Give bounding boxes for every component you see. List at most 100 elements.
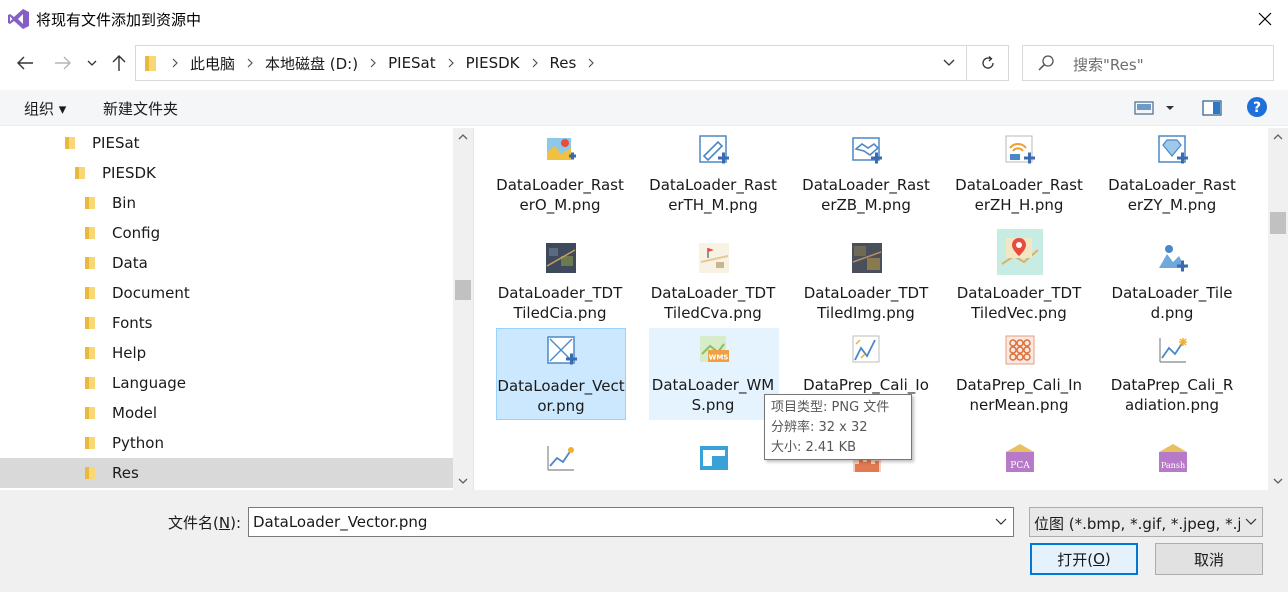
breadcrumb-separator[interactable] xyxy=(440,46,462,80)
folder-icon xyxy=(85,257,95,269)
file-item[interactable]: DataPrep_Cali_Radiation.png xyxy=(1108,328,1238,420)
organize-button[interactable]: 组织 ▾ xyxy=(24,98,66,119)
tree-item-language[interactable]: Language xyxy=(0,368,453,398)
file-item[interactable]: DataLoader_TDTTiledCia.png xyxy=(496,236,626,328)
breadcrumb-separator[interactable] xyxy=(239,46,261,80)
file-item[interactable]: DataLoader_TDTTiledImg.png xyxy=(802,236,932,328)
navigation-tree[interactable]: PIESat PIESDK Bin Config Data Document F… xyxy=(0,128,474,490)
raster-signal-icon xyxy=(1005,135,1035,164)
title-bar: 将现有文件添加到资源中 xyxy=(0,0,1288,38)
back-button[interactable] xyxy=(12,50,38,76)
file-item[interactable]: Pansh xyxy=(1108,436,1238,490)
scroll-up-button[interactable] xyxy=(1268,128,1288,146)
filename-value[interactable]: DataLoader_Vector.png xyxy=(253,513,427,531)
file-item[interactable] xyxy=(496,436,626,490)
filename-history-dropdown[interactable] xyxy=(989,508,1013,536)
tree-item-config[interactable]: Config xyxy=(0,218,453,248)
tree-item-data[interactable]: Data xyxy=(0,248,453,278)
file-name: DataLoader_RasterZH_H.png xyxy=(955,176,1083,214)
scroll-down-button[interactable] xyxy=(1268,472,1288,490)
folder-icon xyxy=(85,377,95,389)
scroll-thumb[interactable] xyxy=(1270,212,1286,234)
file-item-hover[interactable]: WMS DataLoader_WMS.png xyxy=(649,328,779,420)
breadcrumb-local-disk[interactable]: 本地磁盘 (D:) xyxy=(261,53,362,74)
refresh-icon xyxy=(981,56,994,69)
file-item[interactable]: DataLoader_RasterZY_M.png xyxy=(1108,128,1238,220)
tree-item-piesat[interactable]: PIESat xyxy=(0,128,453,158)
recent-locations-button[interactable] xyxy=(82,50,102,76)
close-icon xyxy=(1258,12,1272,26)
filename-input[interactable]: DataLoader_Vector.png xyxy=(248,507,1014,537)
file-item-selected[interactable]: DataLoader_Vector.png xyxy=(496,328,626,420)
cancel-button[interactable]: 取消 xyxy=(1155,543,1263,575)
breadcrumb-separator[interactable] xyxy=(362,46,384,80)
breadcrumb-separator[interactable] xyxy=(524,46,546,80)
view-options-button[interactable] xyxy=(1134,100,1180,120)
address-bar[interactable]: 此电脑 本地磁盘 (D:) PIESat PIESDK Res xyxy=(135,45,967,81)
search-input[interactable]: 搜索"Res" xyxy=(1022,45,1274,81)
refresh-button[interactable] xyxy=(967,45,1009,81)
breadcrumb-this-pc[interactable]: 此电脑 xyxy=(186,53,239,74)
help-button[interactable]: ? xyxy=(1246,96,1268,122)
open-button[interactable]: 打开(O) xyxy=(1030,543,1138,575)
file-grid-scrollbar[interactable] xyxy=(1268,128,1288,490)
window-icon xyxy=(700,446,728,470)
svg-text:WMS: WMS xyxy=(709,354,729,362)
scroll-thumb[interactable] xyxy=(455,280,471,300)
tree-item-fonts[interactable]: Fonts xyxy=(0,308,453,338)
chevron-right-icon xyxy=(370,58,376,68)
folder-icon xyxy=(85,467,95,479)
scroll-down-button[interactable] xyxy=(453,472,473,490)
map-flag-icon xyxy=(699,243,729,273)
file-item[interactable]: PCA xyxy=(955,436,1085,490)
file-name: DataPrep_Cali_Radiation.png xyxy=(1110,376,1234,414)
tree-item-label: Data xyxy=(112,254,148,272)
chevron-down-icon xyxy=(995,518,1007,525)
satellite-photo-icon xyxy=(546,243,576,273)
close-button[interactable] xyxy=(1242,0,1288,38)
chevron-right-icon xyxy=(588,58,595,68)
radiation-chart-icon xyxy=(1159,338,1187,363)
filetype-dropdown[interactable] xyxy=(1240,508,1262,536)
file-item[interactable]: DataLoader_TDTTiledCva.png xyxy=(649,236,779,328)
file-item[interactable]: DataLoader_RasterZB_M.png xyxy=(802,128,932,220)
tree-item-document[interactable]: Document xyxy=(0,278,453,308)
breadcrumb-res[interactable]: Res xyxy=(546,54,581,72)
pansh-icon: Pansh xyxy=(1159,444,1187,472)
wms-map-icon: WMS xyxy=(700,336,729,362)
tree-scrollbar[interactable] xyxy=(453,128,473,490)
scroll-up-button[interactable] xyxy=(453,128,473,146)
folder-icon xyxy=(85,437,95,449)
tree-item-res[interactable]: Res xyxy=(0,458,453,488)
breadcrumb-separator[interactable] xyxy=(580,46,602,80)
breadcrumb-separator[interactable] xyxy=(164,46,186,80)
filetype-select[interactable]: 位图 (*.bmp, *.gif, *.jpeg, *.jp xyxy=(1029,507,1263,537)
tree-item-bin[interactable]: Bin xyxy=(0,188,453,218)
file-item[interactable]: DataLoader_Tiled.png xyxy=(1108,236,1238,328)
folder-icon xyxy=(65,137,75,149)
breadcrumb-piesat[interactable]: PIESat xyxy=(384,54,440,72)
file-item[interactable]: DataPrep_Cali_InnerMean.png xyxy=(955,328,1085,420)
tree-item-piesdk[interactable]: PIESDK xyxy=(0,158,453,188)
tree-item-help[interactable]: Help xyxy=(0,338,453,368)
tree-item-python[interactable]: Python xyxy=(0,428,453,458)
svg-text:Pansh: Pansh xyxy=(1161,461,1185,470)
tree-item-label: PIESDK xyxy=(102,164,156,182)
breadcrumb-piesdk[interactable]: PIESDK xyxy=(462,54,524,72)
file-item[interactable]: DataLoader_RasterO_M.png xyxy=(496,128,626,220)
chevron-right-icon xyxy=(247,58,253,68)
command-toolbar: 组织 ▾ 新建文件夹 ? xyxy=(0,90,1288,126)
file-item[interactable] xyxy=(649,436,779,490)
svg-text:?: ? xyxy=(1253,100,1261,116)
file-item[interactable]: DataLoader_RasterTH_M.png xyxy=(649,128,779,220)
dialog-footer: 文件名(N): DataLoader_Vector.png 位图 (*.bmp,… xyxy=(0,490,1288,592)
file-name: DataLoader_RasterO_M.png xyxy=(496,176,624,214)
new-folder-button[interactable]: 新建文件夹 xyxy=(103,98,178,119)
preview-pane-button[interactable] xyxy=(1202,100,1222,120)
forward-button[interactable] xyxy=(50,50,76,76)
tree-item-model[interactable]: Model xyxy=(0,398,453,428)
file-item[interactable]: DataLoader_RasterZH_H.png xyxy=(955,128,1085,220)
address-history-dropdown[interactable] xyxy=(932,46,966,80)
up-button[interactable] xyxy=(106,50,132,76)
file-item[interactable]: DataLoader_TDTTiledVec.png xyxy=(955,220,1085,328)
